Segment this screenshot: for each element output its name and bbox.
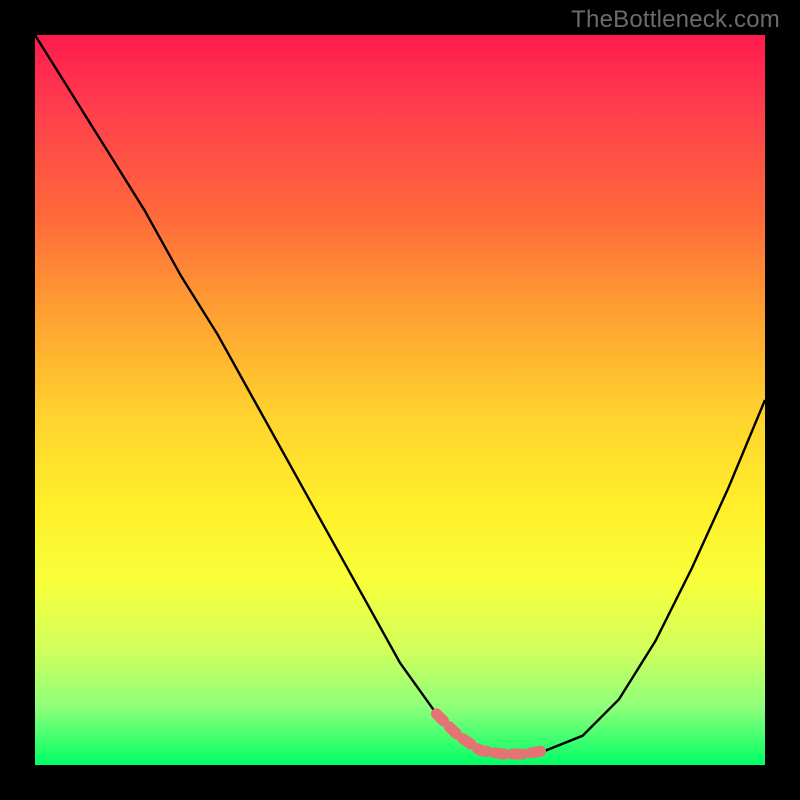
optimal-range-highlight-path: [437, 714, 547, 754]
chart-frame: TheBottleneck.com: [0, 0, 800, 800]
plot-area: [35, 35, 765, 765]
bottleneck-curve-svg: [35, 35, 765, 765]
bottleneck-curve-path: [35, 35, 765, 754]
attribution-text: TheBottleneck.com: [571, 6, 780, 34]
